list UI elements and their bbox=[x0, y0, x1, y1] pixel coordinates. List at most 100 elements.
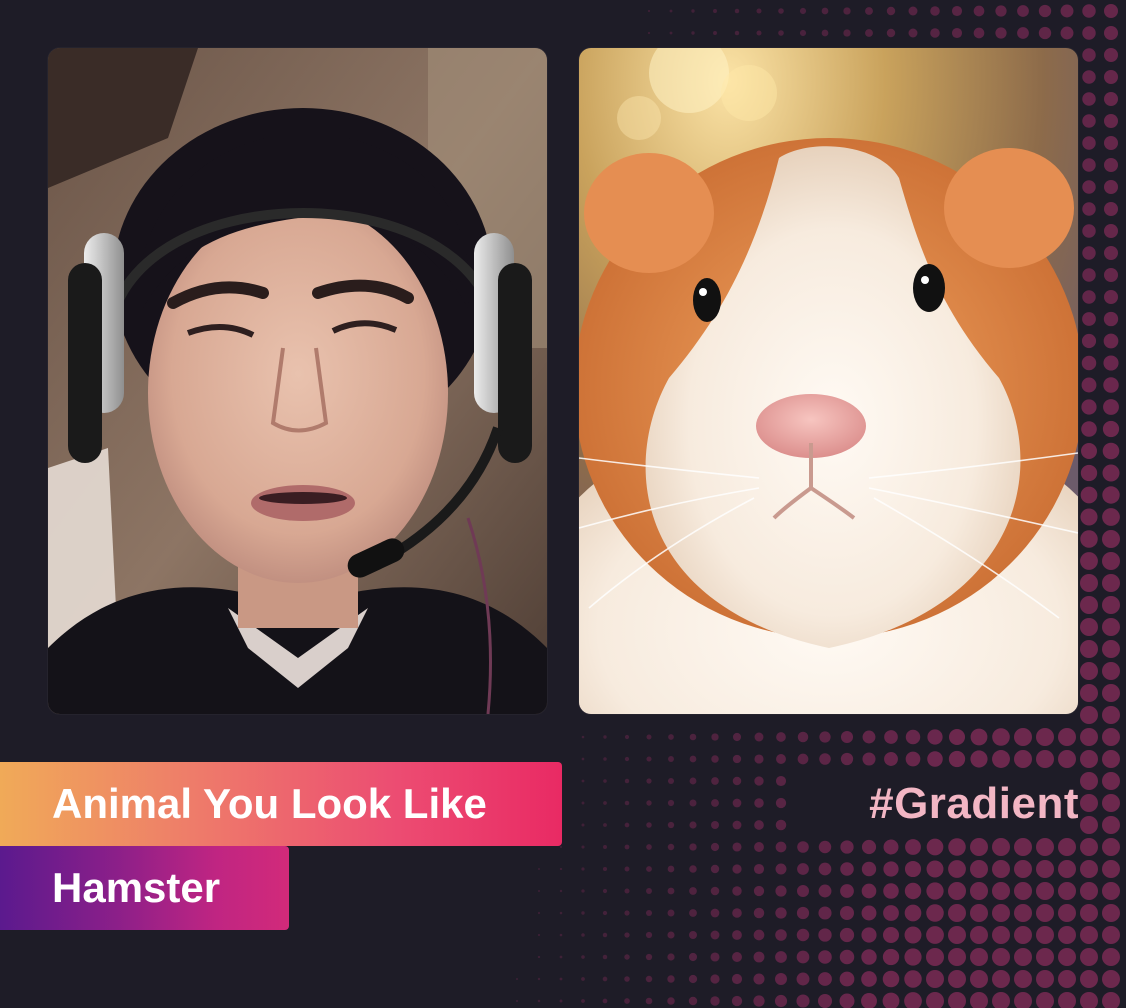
halftone-dot bbox=[1102, 464, 1120, 482]
halftone-dot bbox=[1080, 728, 1098, 746]
halftone-dot bbox=[754, 798, 764, 808]
halftone-dot bbox=[1058, 992, 1076, 1008]
halftone-dot bbox=[799, 7, 807, 15]
halftone-dot bbox=[970, 970, 988, 988]
halftone-dot bbox=[1080, 838, 1098, 856]
halftone-dot bbox=[667, 865, 675, 873]
halftone-dot bbox=[904, 970, 922, 988]
halftone-dot bbox=[624, 954, 630, 960]
halftone-dot bbox=[970, 838, 988, 856]
halftone-dot bbox=[1103, 3, 1119, 19]
halftone-dot bbox=[624, 888, 630, 894]
halftone-dot bbox=[1080, 706, 1098, 724]
halftone-dot bbox=[865, 7, 873, 15]
halftone-dot bbox=[862, 730, 876, 744]
halftone-dot bbox=[775, 907, 787, 919]
result-text: Hamster bbox=[52, 864, 221, 911]
halftone-dot bbox=[1103, 399, 1119, 415]
halftone-dot bbox=[1102, 882, 1120, 900]
person-photo bbox=[48, 48, 547, 714]
halftone-dot bbox=[796, 928, 810, 942]
halftone-dot bbox=[581, 823, 585, 827]
halftone-dot bbox=[646, 822, 652, 828]
halftone-dot bbox=[688, 996, 698, 1006]
halftone-dot bbox=[688, 974, 698, 984]
halftone-dot bbox=[689, 865, 697, 873]
halftone-dot bbox=[1014, 728, 1032, 746]
halftone-dot bbox=[1082, 202, 1096, 216]
halftone-dot bbox=[1080, 640, 1098, 658]
halftone-dot bbox=[732, 908, 742, 918]
halftone-dot bbox=[1102, 728, 1120, 746]
halftone-dot bbox=[710, 842, 720, 852]
halftone-dot bbox=[992, 728, 1010, 746]
halftone-dot bbox=[904, 904, 922, 922]
halftone-dot bbox=[886, 6, 896, 16]
halftone-dot bbox=[861, 883, 877, 899]
halftone-dot bbox=[839, 949, 855, 965]
halftone-dot bbox=[1102, 442, 1120, 460]
halftone-dot bbox=[882, 970, 900, 988]
halftone-dot bbox=[603, 779, 607, 783]
halftone-dot bbox=[559, 999, 563, 1003]
halftone-dot bbox=[926, 882, 944, 900]
halftone-dot bbox=[1080, 926, 1098, 944]
halftone-dot bbox=[926, 904, 944, 922]
halftone-dot bbox=[753, 973, 765, 985]
halftone-dot bbox=[995, 27, 1007, 39]
halftone-dot bbox=[1058, 838, 1076, 856]
poster-canvas: Animal You Look Like Hamster #Gradient bbox=[0, 0, 1126, 1008]
halftone-dot bbox=[667, 997, 675, 1005]
halftone-dot bbox=[948, 926, 966, 944]
halftone-dot bbox=[559, 977, 563, 981]
halftone-dot bbox=[691, 31, 695, 35]
halftone-dot bbox=[775, 797, 787, 809]
halftone-dot bbox=[1082, 180, 1096, 194]
halftone-dot bbox=[1103, 223, 1119, 239]
halftone-dot bbox=[668, 756, 674, 762]
halftone-dot bbox=[732, 842, 742, 852]
halftone-dot bbox=[1014, 750, 1032, 768]
halftone-dot bbox=[646, 866, 652, 872]
halftone-dot bbox=[992, 882, 1010, 900]
halftone-dot bbox=[713, 9, 717, 13]
halftone-dot bbox=[1103, 69, 1119, 85]
halftone-dot bbox=[775, 929, 787, 941]
halftone-dot bbox=[732, 820, 742, 830]
halftone-dot bbox=[710, 952, 720, 962]
halftone-dot bbox=[537, 977, 541, 981]
halftone-dot bbox=[797, 863, 809, 875]
halftone-dot bbox=[732, 776, 742, 786]
halftone-dot bbox=[948, 970, 966, 988]
halftone-dot bbox=[1036, 750, 1054, 768]
halftone-dot bbox=[713, 31, 717, 35]
halftone-dot bbox=[515, 977, 519, 981]
halftone-dot bbox=[1058, 860, 1076, 878]
halftone-dot bbox=[1103, 267, 1119, 283]
halftone-dot bbox=[1080, 596, 1098, 614]
halftone-dot bbox=[883, 861, 899, 877]
halftone-dot bbox=[1058, 882, 1076, 900]
halftone-dot bbox=[1082, 26, 1096, 40]
halftone-dot bbox=[1102, 992, 1120, 1008]
halftone-dot bbox=[646, 888, 652, 894]
halftone-dot bbox=[581, 933, 585, 937]
halftone-dot bbox=[926, 926, 944, 944]
halftone-dot bbox=[537, 999, 541, 1003]
halftone-dot bbox=[689, 887, 697, 895]
halftone-dot bbox=[624, 910, 630, 916]
halftone-dot bbox=[602, 954, 608, 960]
halftone-dot bbox=[1103, 135, 1119, 151]
halftone-dot bbox=[689, 755, 697, 763]
halftone-dot bbox=[973, 27, 985, 39]
halftone-dot bbox=[1102, 706, 1120, 724]
halftone-dot bbox=[581, 889, 585, 893]
halftone-dot bbox=[1080, 904, 1098, 922]
halftone-dot bbox=[559, 845, 563, 849]
halftone-dot bbox=[753, 885, 765, 897]
halftone-dot bbox=[905, 751, 921, 767]
halftone-dot bbox=[1060, 26, 1074, 40]
feature-title-text: Animal You Look Like bbox=[52, 780, 487, 827]
halftone-dot bbox=[624, 822, 630, 828]
halftone-dot bbox=[1103, 289, 1119, 305]
